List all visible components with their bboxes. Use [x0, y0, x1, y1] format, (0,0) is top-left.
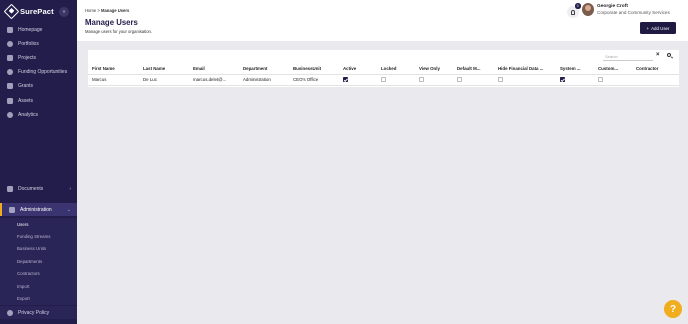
surepact-logo-icon — [3, 3, 20, 20]
hide-financial-data-checkbox[interactable] — [498, 77, 503, 83]
search-input[interactable]: Search — [603, 52, 653, 61]
sidebar: SurePact « Homepage Portfolios Projects … — [0, 0, 77, 324]
page-title: Manage Users — [85, 18, 138, 27]
table-header-row: First Name Last Name Email Department Bu… — [88, 63, 679, 75]
column-header-hide-financial-data[interactable]: Hide Financial Data ... — [494, 63, 556, 75]
page-header: Home > Manage Users Manage Users Manage … — [77, 0, 688, 41]
clear-search-icon[interactable]: × — [656, 52, 660, 58]
sidebar-item-projects[interactable]: Projects — [0, 51, 77, 65]
collapse-sidebar-button[interactable]: « — [59, 7, 69, 17]
projects-icon — [7, 55, 13, 62]
breadcrumb-home[interactable]: Home — [85, 8, 96, 13]
column-header-contractor[interactable]: Contractor — [632, 63, 679, 75]
home-icon — [7, 27, 13, 34]
sidebar-item-label: Privacy Policy — [18, 309, 50, 316]
sidebar-item-homepage[interactable]: Homepage — [0, 23, 77, 37]
sidebar-item-funding-opportunities[interactable]: Funding Opportunities — [0, 65, 77, 79]
funding-icon — [7, 69, 13, 76]
users-table-panel: Search × First Name Last Name Email Depa… — [88, 50, 679, 87]
breadcrumb-current: Manage Users — [100, 8, 130, 13]
sidebar-item-label: Projects — [18, 55, 37, 62]
user-name[interactable]: Georgie Croft — [597, 4, 628, 9]
page-subtitle: Manage users for your organisation. — [85, 29, 153, 34]
subnav-item-import[interactable]: Import — [0, 280, 77, 292]
column-header-locked[interactable]: Locked — [377, 63, 415, 75]
plus-icon: + — [646, 25, 650, 31]
subnav-item-departments[interactable]: Departments — [0, 255, 77, 267]
sidebar-item-label: Assets — [18, 97, 34, 104]
notifications-button[interactable]: 0 — [567, 3, 581, 18]
cell-last-name: De Luc — [139, 74, 189, 86]
assets-icon — [7, 97, 13, 104]
column-header-department[interactable]: Department — [239, 63, 289, 75]
grants-icon — [7, 83, 13, 90]
column-header-email[interactable]: Email — [189, 63, 239, 75]
brand-name: SurePact — [20, 7, 54, 16]
subnav-item-contractors[interactable]: Contractors — [0, 268, 77, 280]
bell-icon — [571, 9, 575, 15]
sidebar-item-label: Funding Opportunities — [18, 69, 68, 76]
view-only-checkbox[interactable] — [419, 77, 424, 83]
user-organisation: Corporate and Community Services — [597, 10, 670, 15]
cell-contractor — [632, 74, 679, 86]
cell-department: Administration — [239, 74, 289, 86]
administration-submenu: Users Funding Streams Business Units Dep… — [0, 218, 77, 305]
column-header-system[interactable]: System ... — [556, 63, 594, 75]
administration-icon — [9, 206, 15, 213]
privacy-icon — [7, 309, 13, 316]
subnav-item-business-units[interactable]: Business Units — [0, 243, 77, 255]
column-header-default[interactable]: Default M... — [453, 63, 494, 75]
portfolio-icon — [7, 41, 13, 48]
sidebar-item-analytics[interactable]: Analytics — [0, 108, 77, 122]
breadcrumb: Home > Manage Users — [85, 8, 129, 13]
add-user-label: Add User — [651, 25, 670, 31]
sidebar-item-administration[interactable]: Administration ⌄ — [0, 203, 77, 216]
subnav-item-funding-streams[interactable]: Funding Streams — [0, 230, 77, 242]
chevron-right-icon: › — [69, 186, 71, 192]
column-header-first-name[interactable]: First Name — [88, 63, 139, 75]
sidebar-item-label: Documents — [18, 186, 44, 192]
avatar[interactable] — [582, 3, 594, 16]
default-checkbox[interactable] — [457, 77, 462, 83]
column-header-last-name[interactable]: Last Name — [139, 63, 189, 75]
column-header-business-unit[interactable]: BusinessUnit — [289, 63, 339, 75]
sidebar-item-label: Homepage — [18, 27, 43, 34]
sidebar-item-privacy-policy[interactable]: Privacy Policy — [0, 306, 77, 319]
sidebar-item-documents[interactable]: Documents › — [0, 182, 77, 196]
sidebar-nav: Homepage Portfolios Projects Funding Opp… — [0, 23, 77, 122]
sidebar-item-label: Portfolios — [18, 41, 39, 48]
column-header-custom[interactable]: Custom... — [594, 63, 632, 75]
sidebar-item-label: Administration — [20, 206, 52, 213]
analytics-icon — [7, 111, 13, 118]
search-icon[interactable] — [667, 53, 671, 57]
cell-business-unit: CEO's Office — [289, 74, 339, 86]
sidebar-item-grants[interactable]: Grants — [0, 79, 77, 93]
sidebar-item-portfolios[interactable]: Portfolios — [0, 37, 77, 51]
sidebar-item-assets[interactable]: Assets — [0, 93, 77, 107]
locked-checkbox[interactable] — [381, 77, 386, 83]
users-table: First Name Last Name Email Department Bu… — [88, 63, 679, 86]
logo[interactable]: SurePact — [3, 3, 54, 20]
cell-email: marcus.delet@... — [189, 74, 239, 86]
active-checkbox[interactable] — [343, 77, 348, 83]
column-header-active[interactable]: Active — [339, 63, 377, 75]
chevron-down-icon: ⌄ — [66, 206, 71, 213]
subnav-item-users[interactable]: Users — [0, 218, 77, 230]
documents-icon — [7, 186, 13, 192]
sidebar-item-label: Grants — [18, 83, 34, 90]
question-mark-icon: ? — [669, 303, 677, 315]
table-row[interactable]: Marcus De Luc marcus.delet@... Administr… — [88, 74, 679, 86]
column-header-view-only[interactable]: View Only — [415, 63, 453, 75]
cell-first-name: Marcus — [88, 74, 139, 86]
add-user-button[interactable]: + Add User — [640, 22, 676, 34]
custom-checkbox[interactable] — [598, 77, 603, 83]
subnav-item-export[interactable]: Export — [0, 292, 77, 304]
system-checkbox[interactable] — [560, 77, 565, 83]
help-button[interactable]: ? — [664, 300, 682, 318]
sidebar-item-label: Analytics — [18, 111, 39, 118]
notification-count-badge: 0 — [575, 3, 581, 9]
